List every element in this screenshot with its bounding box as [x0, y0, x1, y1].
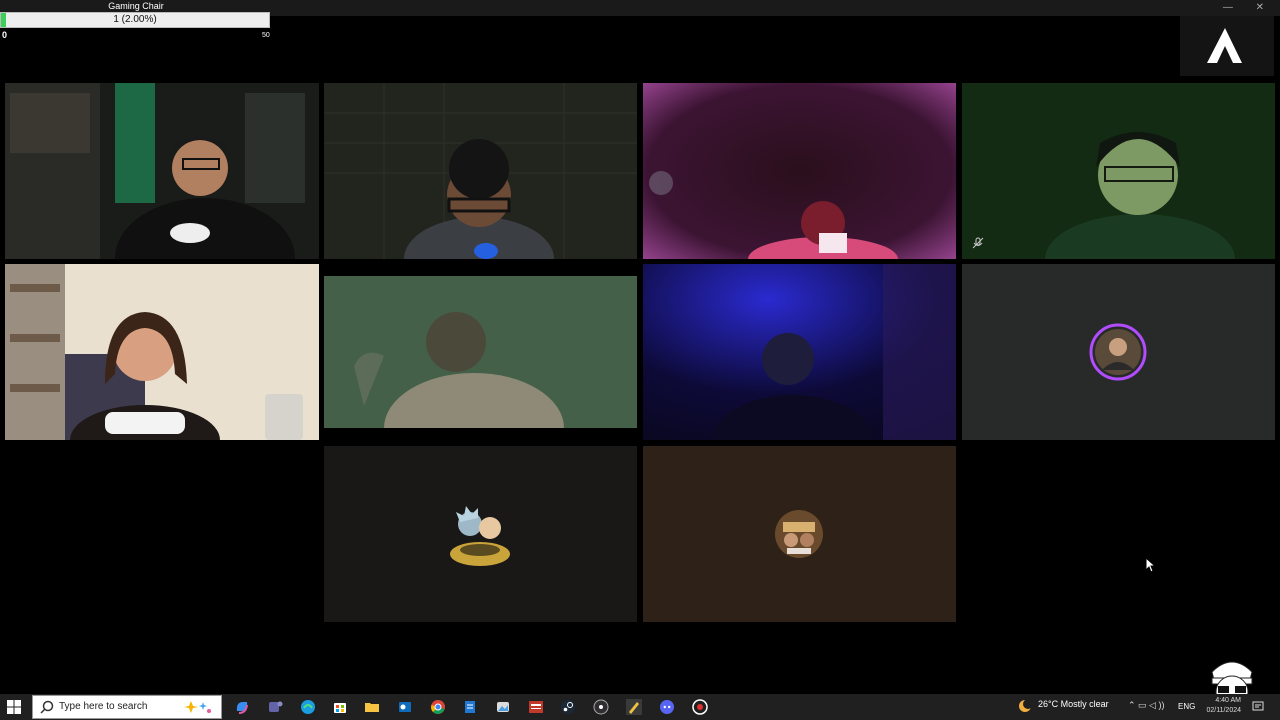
system-tray-icons[interactable]: ⌃ ▭ ◁ )) [1128, 700, 1164, 711]
language-indicator[interactable]: ENG [1178, 702, 1195, 711]
participant-4-scene [962, 83, 1275, 259]
goal-min-label: 0 [2, 30, 8, 40]
rick-morty-avatar-icon [450, 506, 510, 566]
participant-7-scene [643, 264, 956, 440]
discord-icon[interactable] [659, 699, 675, 715]
participant-10-avatar[interactable] [643, 446, 956, 622]
participant-6-scene [324, 276, 637, 428]
news-icon[interactable] [528, 699, 544, 715]
clock-time: 4:40 AM [1215, 697, 1241, 704]
participant-2-video[interactable] [324, 83, 637, 259]
weather-text[interactable]: 26°C Mostly clear [1038, 699, 1109, 709]
taskbar-clock[interactable]: 4:40 AM 02/11/2024 [1201, 696, 1241, 716]
participant-7-video[interactable] [643, 264, 956, 440]
participant-6-video[interactable] [324, 276, 637, 428]
participant-5-scene [5, 264, 319, 440]
store-icon[interactable] [332, 699, 348, 715]
window-controls[interactable]: — ✕ [1223, 2, 1274, 13]
edge-icon[interactable] [300, 699, 316, 715]
outlook-icon[interactable] [397, 699, 413, 715]
goal-title: Gaming Chair [108, 1, 164, 11]
participant-9-avatar[interactable] [324, 446, 637, 622]
weather-moon-icon [1019, 699, 1032, 712]
participant-4-video[interactable] [962, 83, 1275, 259]
mic-muted-icon [972, 237, 984, 249]
participant-3-video[interactable] [643, 83, 956, 259]
goal-max-label: 50 [262, 32, 270, 39]
search-icon [40, 700, 54, 714]
steam-icon[interactable] [560, 699, 576, 715]
lambda-logo-icon [1207, 28, 1242, 63]
start-icon[interactable] [6, 699, 22, 715]
participant-3-scene [643, 83, 956, 259]
file-explorer-icon[interactable] [364, 699, 380, 715]
notepad-icon[interactable] [462, 699, 478, 715]
pen-app-icon[interactable] [626, 699, 642, 715]
band-avatar-icon [775, 510, 823, 558]
browser-icon[interactable] [692, 699, 708, 715]
stream-goal-widget: Gaming Chair 1 (2.00%) 0 50 [0, 0, 272, 40]
clock-date: 02/11/2024 [1206, 707, 1241, 714]
mouse-cursor-icon [1145, 557, 1157, 573]
participant-1-video[interactable] [5, 83, 319, 259]
participant-5-video[interactable] [5, 264, 319, 440]
windows-taskbar: Type here to search 26°C Mostly clear ⌃ … [0, 694, 1280, 720]
goal-progress-text: 1 (2.00%) [113, 14, 157, 25]
search-highlight-icon [184, 701, 211, 713]
notification-icon[interactable] [1252, 701, 1264, 713]
participant-8-avatar[interactable] [962, 264, 1275, 440]
brand-logo [1180, 16, 1274, 76]
chrome-icon[interactable] [430, 699, 446, 715]
teams-icon[interactable] [267, 699, 283, 715]
participant-2-scene [324, 83, 637, 259]
participant-1-scene [5, 83, 319, 259]
taskbar-search-box[interactable]: Type here to search [32, 695, 222, 719]
user-avatar-speaking [1089, 323, 1147, 381]
goal-progress-bar: 1 (2.00%) [0, 12, 270, 28]
copilot-icon[interactable] [234, 699, 250, 715]
obs-icon[interactable] [593, 699, 609, 715]
search-placeholder: Type here to search [59, 701, 148, 712]
photo-editor-icon[interactable] [495, 699, 511, 715]
